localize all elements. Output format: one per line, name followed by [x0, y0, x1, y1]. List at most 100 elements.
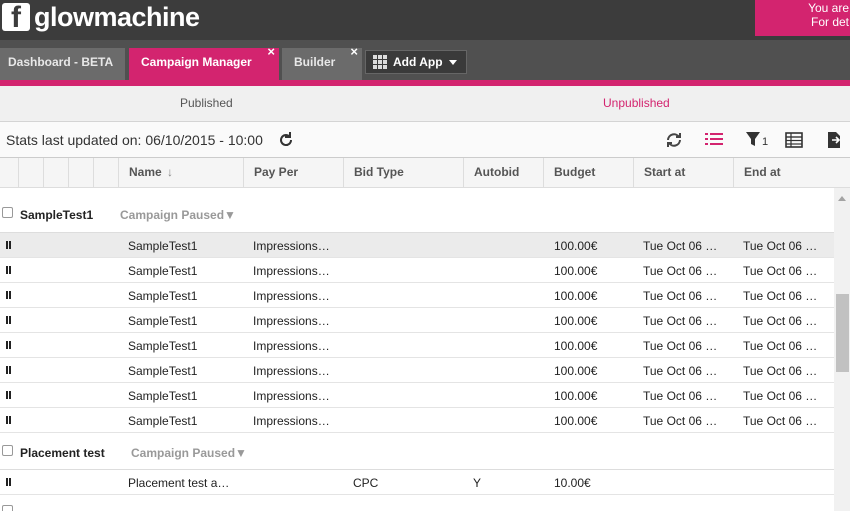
cell-budget: 10.00€: [554, 476, 591, 490]
cell-pay-per: Impressions…: [253, 314, 330, 328]
group-status-dropdown[interactable]: Campaign Paused▼: [131, 446, 247, 460]
add-app-button[interactable]: Add App: [365, 50, 467, 74]
notice-banner[interactable]: You are For det: [755, 0, 850, 36]
table-view-icon[interactable]: [784, 130, 804, 150]
cell-start-at: Tue Oct 06 …: [643, 314, 718, 328]
tab-unpublished[interactable]: Unpublished: [603, 86, 670, 122]
column-header-end-at[interactable]: End at: [733, 158, 850, 188]
group-name: SampleTest1: [20, 208, 94, 222]
tab-label: Builder: [294, 55, 336, 69]
pause-icon[interactable]: [6, 416, 11, 424]
campaign-group: SampleTest1 Campaign Paused▼: [0, 188, 834, 233]
tab-builder[interactable]: Builder ×: [282, 44, 362, 80]
refresh-icon[interactable]: [664, 130, 684, 150]
table-row[interactable]: SampleTest1 Impressions… 100.00€ Tue Oct…: [0, 283, 834, 308]
cell-name: SampleTest1: [128, 364, 198, 378]
close-icon[interactable]: ×: [267, 44, 275, 60]
column-header-bid-type[interactable]: Bid Type: [343, 158, 463, 188]
table-row[interactable]: Placement test a… CPC Y 10.00€: [0, 470, 834, 495]
scroll-up-arrow-icon[interactable]: [838, 196, 846, 201]
logo-text: glowmachine: [34, 1, 200, 32]
tab-label: Dashboard - BETA: [8, 55, 114, 69]
table-row[interactable]: SampleTest1 Impressions… 100.00€ Tue Oct…: [0, 308, 834, 333]
filter-button[interactable]: 1: [745, 130, 771, 150]
cell-autobid: Y: [473, 476, 482, 490]
cell-name: SampleTest1: [128, 289, 198, 303]
cell-budget: 100.00€: [554, 389, 598, 403]
close-icon[interactable]: ×: [350, 44, 358, 60]
cell-budget: 100.00€: [554, 314, 598, 328]
pause-icon[interactable]: [6, 266, 11, 274]
pause-icon[interactable]: [6, 316, 11, 324]
cell-end-at: Tue Oct 06 …: [743, 414, 818, 428]
campaign-group: [0, 495, 834, 511]
table-row[interactable]: SampleTest1 Impressions… 100.00€ Tue Oct…: [0, 333, 834, 358]
cell-name: SampleTest1: [128, 389, 198, 403]
pause-icon[interactable]: [6, 291, 11, 299]
table-row[interactable]: SampleTest1 Impressions… 100.00€ Tue Oct…: [0, 233, 834, 258]
column-header-action: [68, 158, 93, 188]
cell-start-at: Tue Oct 06 …: [643, 289, 718, 303]
column-header-label: Name: [129, 165, 162, 179]
table-row[interactable]: SampleTest1 Impressions… 100.00€ Tue Oct…: [0, 383, 834, 408]
cell-budget: 100.00€: [554, 339, 598, 353]
column-header-name[interactable]: Name ↓: [118, 158, 243, 188]
cell-name: SampleTest1: [128, 239, 198, 253]
scrollbar-thumb[interactable]: [836, 294, 849, 372]
filter-count: 1: [762, 136, 769, 148]
pause-icon[interactable]: [6, 391, 11, 399]
cell-pay-per: Impressions…: [253, 364, 330, 378]
tab-dashboard[interactable]: Dashboard - BETA: [0, 48, 125, 80]
group-checkbox[interactable]: [2, 207, 13, 218]
column-header-pay-per[interactable]: Pay Per: [243, 158, 343, 188]
cell-end-at: Tue Oct 06 …: [743, 314, 818, 328]
table-row[interactable]: SampleTest1 Impressions… 100.00€ Tue Oct…: [0, 258, 834, 283]
column-header-select: [0, 158, 18, 188]
cell-pay-per: Impressions…: [253, 339, 330, 353]
cell-pay-per: Impressions…: [253, 264, 330, 278]
group-checkbox[interactable]: [2, 505, 13, 511]
campaign-table-body: SampleTest1 Campaign Paused▼ SampleTest1…: [0, 188, 834, 511]
cell-name: SampleTest1: [128, 339, 198, 353]
filter-icon: [746, 132, 760, 146]
column-header-action: [93, 158, 118, 188]
column-header-start-at[interactable]: Start at: [633, 158, 733, 188]
list-view-icon[interactable]: [704, 130, 724, 150]
tab-campaign-manager[interactable]: Campaign Manager ×: [129, 44, 279, 80]
group-status-dropdown[interactable]: Campaign Paused▼: [120, 208, 236, 222]
group-checkbox[interactable]: [2, 445, 13, 456]
cell-start-at: Tue Oct 06 …: [643, 389, 718, 403]
cell-name: SampleTest1: [128, 414, 198, 428]
pause-icon[interactable]: [6, 341, 11, 349]
pause-icon[interactable]: [6, 366, 11, 374]
pause-icon[interactable]: [6, 241, 11, 249]
chevron-down-icon: [449, 60, 457, 65]
pause-icon[interactable]: [6, 478, 11, 486]
column-header-autobid[interactable]: Autobid: [463, 158, 543, 188]
cell-end-at: Tue Oct 06 …: [743, 264, 818, 278]
campaign-group: Placement test Campaign Paused▼: [0, 433, 834, 470]
cell-end-at: Tue Oct 06 …: [743, 239, 818, 253]
cell-bid-type: CPC: [353, 476, 379, 490]
cell-pay-per: Impressions…: [253, 289, 330, 303]
tab-published[interactable]: Published: [180, 86, 233, 122]
cell-name: Placement test a…: [128, 476, 230, 490]
column-header-budget[interactable]: Budget: [543, 158, 633, 188]
grid-icon: [373, 55, 387, 69]
vertical-scrollbar[interactable]: [834, 188, 850, 511]
cell-budget: 100.00€: [554, 364, 598, 378]
export-icon[interactable]: [824, 130, 844, 150]
notice-line-2: For det: [810, 15, 849, 29]
facebook-icon: f: [2, 3, 30, 33]
table-header: Name ↓ Pay Per Bid Type Autobid Budget S…: [0, 158, 850, 188]
table-row[interactable]: SampleTest1 Impressions… 100.00€ Tue Oct…: [0, 408, 834, 433]
group-name: Placement test: [20, 446, 105, 460]
notice-line-1: You are: [808, 1, 849, 15]
table-row[interactable]: SampleTest1 Impressions… 100.00€ Tue Oct…: [0, 358, 834, 383]
cell-pay-per: Impressions…: [253, 389, 330, 403]
refresh-icon[interactable]: [276, 130, 296, 150]
cell-name: SampleTest1: [128, 314, 198, 328]
cell-end-at: Tue Oct 06 …: [743, 364, 818, 378]
app-logo[interactable]: f glowmachine: [2, 0, 200, 34]
cell-pay-per: Impressions…: [253, 414, 330, 428]
